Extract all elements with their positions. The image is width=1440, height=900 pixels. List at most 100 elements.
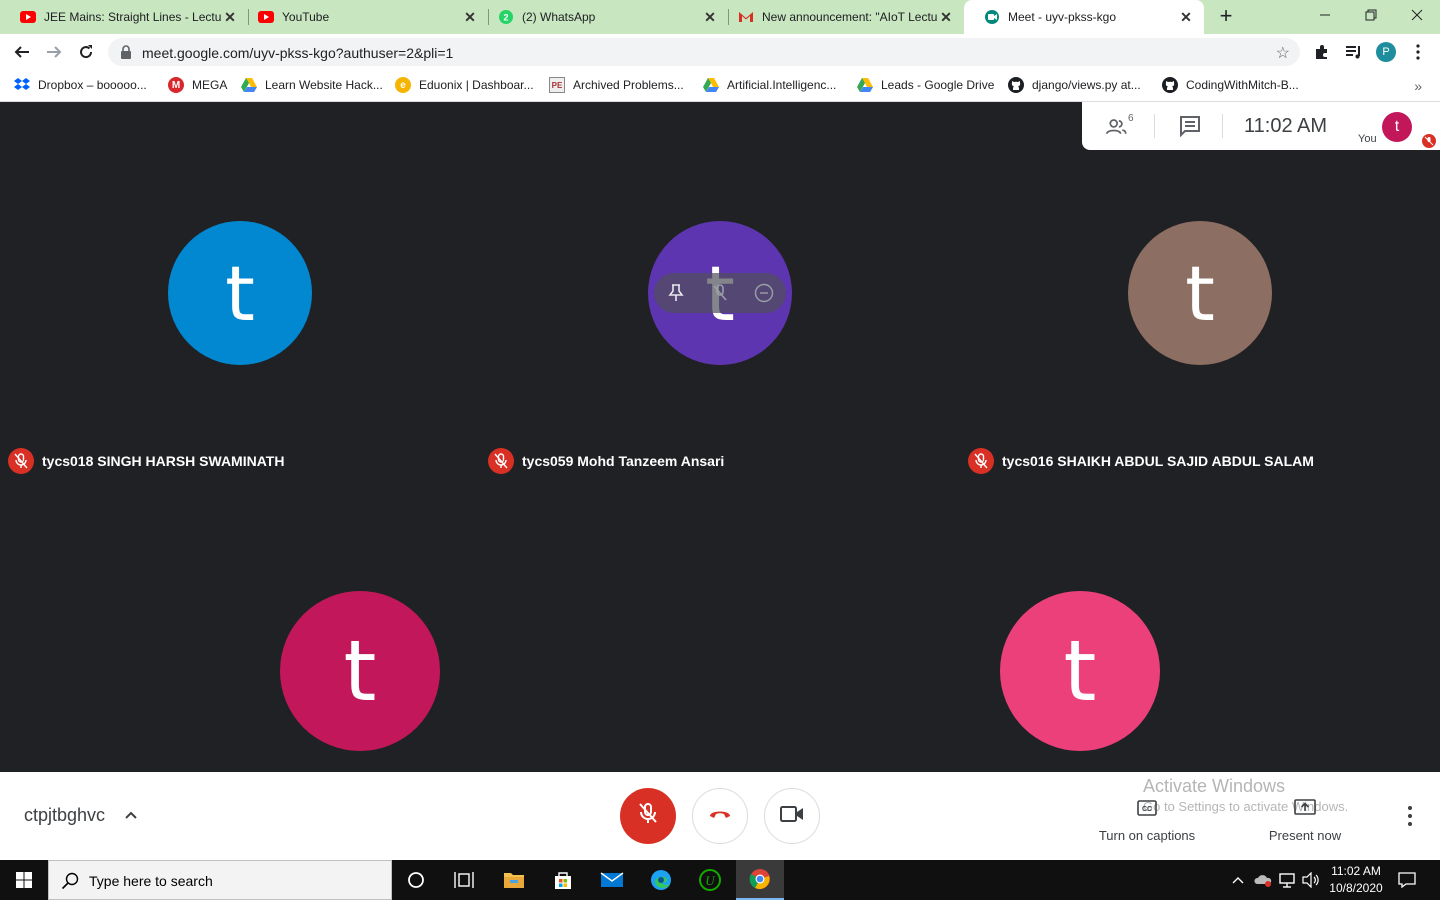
participant-name: tycs059 Mohd Tanzeem Ansari bbox=[522, 453, 725, 469]
youtube-icon bbox=[20, 9, 36, 25]
more-options-icon[interactable] bbox=[1400, 804, 1420, 828]
tab-whatsapp[interactable]: 2 (2) WhatsApp ✕ bbox=[478, 0, 728, 34]
windows-start-icon[interactable] bbox=[0, 860, 48, 900]
new-tab-button[interactable]: + bbox=[1214, 5, 1238, 29]
tab-close-icon[interactable]: ✕ bbox=[462, 9, 478, 26]
file-explorer-icon[interactable] bbox=[490, 860, 538, 900]
tab-close-icon[interactable]: ✕ bbox=[938, 9, 954, 26]
bookmark-item[interactable]: Leads - Google Drive bbox=[857, 77, 994, 93]
address-bar[interactable]: meet.google.com/uyv-pkss-kgo?authuser=2&… bbox=[108, 38, 1300, 66]
participant-avatar: t bbox=[280, 591, 440, 751]
meeting-time: 11:02 AM bbox=[1244, 115, 1328, 137]
tab-title: YouTube bbox=[282, 10, 330, 24]
task-view-icon[interactable] bbox=[440, 860, 488, 900]
self-avatar[interactable]: t bbox=[1382, 112, 1412, 142]
chevron-up-icon[interactable] bbox=[1228, 860, 1248, 900]
mic-off-icon bbox=[968, 448, 994, 474]
forward-arrow-icon[interactable] bbox=[42, 40, 66, 64]
network-icon[interactable] bbox=[1276, 860, 1298, 900]
tab-jee-mains[interactable]: JEE Mains: Straight Lines - Lecture ✕ bbox=[0, 0, 248, 34]
tab-close-icon[interactable]: ✕ bbox=[1178, 9, 1194, 26]
svg-text:2: 2 bbox=[503, 13, 508, 23]
bookmarks-overflow-icon[interactable]: » bbox=[1414, 78, 1422, 94]
hang-up-icon bbox=[708, 807, 732, 825]
search-placeholder: Type here to search bbox=[89, 873, 213, 889]
bookmark-item[interactable]: PE Archived Problems... bbox=[549, 77, 684, 93]
youtube-icon bbox=[258, 9, 274, 25]
participant-count: 6 bbox=[1128, 113, 1134, 124]
svg-text:U: U bbox=[705, 873, 716, 888]
participant-name-label: tycs016 SHAIKH ABDUL SAJID ABDUL SALAM bbox=[968, 448, 1314, 474]
chat-icon[interactable] bbox=[1178, 114, 1202, 138]
restore-icon[interactable] bbox=[1348, 0, 1394, 30]
google-drive-icon bbox=[241, 77, 257, 93]
tab-meet[interactable]: Meet - uyv-pkss-kgo ✕ bbox=[964, 0, 1204, 34]
reload-icon[interactable] bbox=[74, 40, 98, 64]
url-text: meet.google.com/uyv-pkss-kgo?authuser=2&… bbox=[142, 45, 454, 61]
bookmark-item[interactable]: CodingWithMitch-B... bbox=[1162, 77, 1299, 93]
gmail-icon bbox=[738, 9, 754, 25]
bookmark-item[interactable]: Artificial.Intelligenc... bbox=[703, 77, 836, 93]
windows-taskbar: Type here to search U 11:02 AM 10/8/2020 bbox=[0, 860, 1440, 900]
action-center-icon[interactable] bbox=[1396, 860, 1418, 900]
onedrive-icon[interactable] bbox=[1252, 860, 1274, 900]
meet-control-bar: ctpjtbghvc Activate Windows Go to Settin… bbox=[0, 772, 1440, 860]
cortana-icon[interactable] bbox=[392, 860, 440, 900]
close-window-icon[interactable] bbox=[1394, 0, 1440, 30]
microsoft-store-icon[interactable] bbox=[539, 860, 587, 900]
upwork-icon[interactable]: U bbox=[686, 860, 734, 900]
bookmark-label: Archived Problems... bbox=[573, 78, 684, 92]
browser-tab-strip: JEE Mains: Straight Lines - Lecture ✕ Yo… bbox=[0, 0, 1440, 34]
microphone-toggle-button[interactable] bbox=[620, 788, 676, 844]
divider bbox=[1154, 114, 1155, 138]
bookmark-item[interactable]: Learn Website Hack... bbox=[241, 77, 383, 93]
meet-grid: 6 11:02 AM t You t t t tycs018 SINGH HAR… bbox=[0, 102, 1440, 772]
self-label: You bbox=[1358, 133, 1377, 145]
meet-top-info-panel: 6 11:02 AM t You bbox=[1082, 102, 1440, 150]
tab-gmail[interactable]: New announcement: "AIoT Lecture ✕ bbox=[718, 0, 964, 34]
meeting-details-label[interactable]: ctpjtbghvc bbox=[24, 805, 105, 826]
present-now-button[interactable]: Present now bbox=[1245, 796, 1365, 843]
bookmark-item[interactable]: M MEGA bbox=[168, 77, 227, 93]
bookmark-item[interactable]: e Eduonix | Dashboar... bbox=[395, 77, 534, 93]
extensions-puzzle-icon[interactable] bbox=[1312, 42, 1332, 62]
chevron-up-icon[interactable] bbox=[124, 808, 138, 822]
mic-off-icon bbox=[1422, 134, 1436, 148]
tab-title: Meet - uyv-pkss-kgo bbox=[1008, 10, 1117, 24]
tab-title: (2) WhatsApp bbox=[522, 10, 596, 24]
captions-button[interactable]: CC Turn on captions bbox=[1087, 796, 1207, 843]
mute-participant-icon[interactable] bbox=[710, 283, 730, 303]
mail-icon[interactable] bbox=[588, 860, 636, 900]
clock-time: 11:02 AM bbox=[1331, 864, 1381, 878]
leave-call-button[interactable] bbox=[692, 788, 748, 844]
present-label: Present now bbox=[1268, 828, 1342, 843]
video-camera-icon bbox=[780, 805, 804, 828]
participants-icon[interactable] bbox=[1106, 114, 1130, 138]
chrome-menu-icon[interactable] bbox=[1408, 42, 1428, 62]
minimize-icon[interactable] bbox=[1302, 0, 1348, 30]
github-icon bbox=[1008, 77, 1024, 93]
tab-close-icon[interactable]: ✕ bbox=[702, 9, 718, 26]
media-control-icon[interactable] bbox=[1344, 42, 1364, 62]
chrome-icon[interactable] bbox=[736, 860, 784, 900]
github-icon bbox=[1162, 77, 1178, 93]
tab-close-icon[interactable]: ✕ bbox=[222, 9, 238, 26]
participant-name-label: tycs059 Mohd Tanzeem Ansari bbox=[488, 448, 724, 474]
meet-icon bbox=[984, 9, 1000, 25]
remove-participant-icon[interactable] bbox=[754, 283, 774, 303]
taskbar-search-box[interactable]: Type here to search bbox=[48, 860, 392, 900]
profile-avatar[interactable]: P bbox=[1376, 42, 1396, 62]
camera-toggle-button[interactable] bbox=[764, 788, 820, 844]
tab-youtube[interactable]: YouTube ✕ bbox=[238, 0, 488, 34]
pin-icon[interactable] bbox=[666, 283, 686, 303]
volume-icon[interactable] bbox=[1300, 860, 1322, 900]
back-arrow-icon[interactable] bbox=[10, 40, 34, 64]
search-icon bbox=[61, 872, 79, 890]
bookmark-star-icon[interactable]: ☆ bbox=[1276, 43, 1290, 63]
system-clock[interactable]: 11:02 AM 10/8/2020 bbox=[1326, 863, 1386, 897]
bookmark-label: Learn Website Hack... bbox=[265, 78, 383, 92]
bookmark-item[interactable]: django/views.py at... bbox=[1008, 77, 1141, 93]
tab-title: New announcement: "AIoT Lecture bbox=[762, 10, 938, 24]
edge-browser-icon[interactable] bbox=[637, 860, 685, 900]
bookmark-item[interactable]: Dropbox – booooo... bbox=[14, 77, 147, 93]
